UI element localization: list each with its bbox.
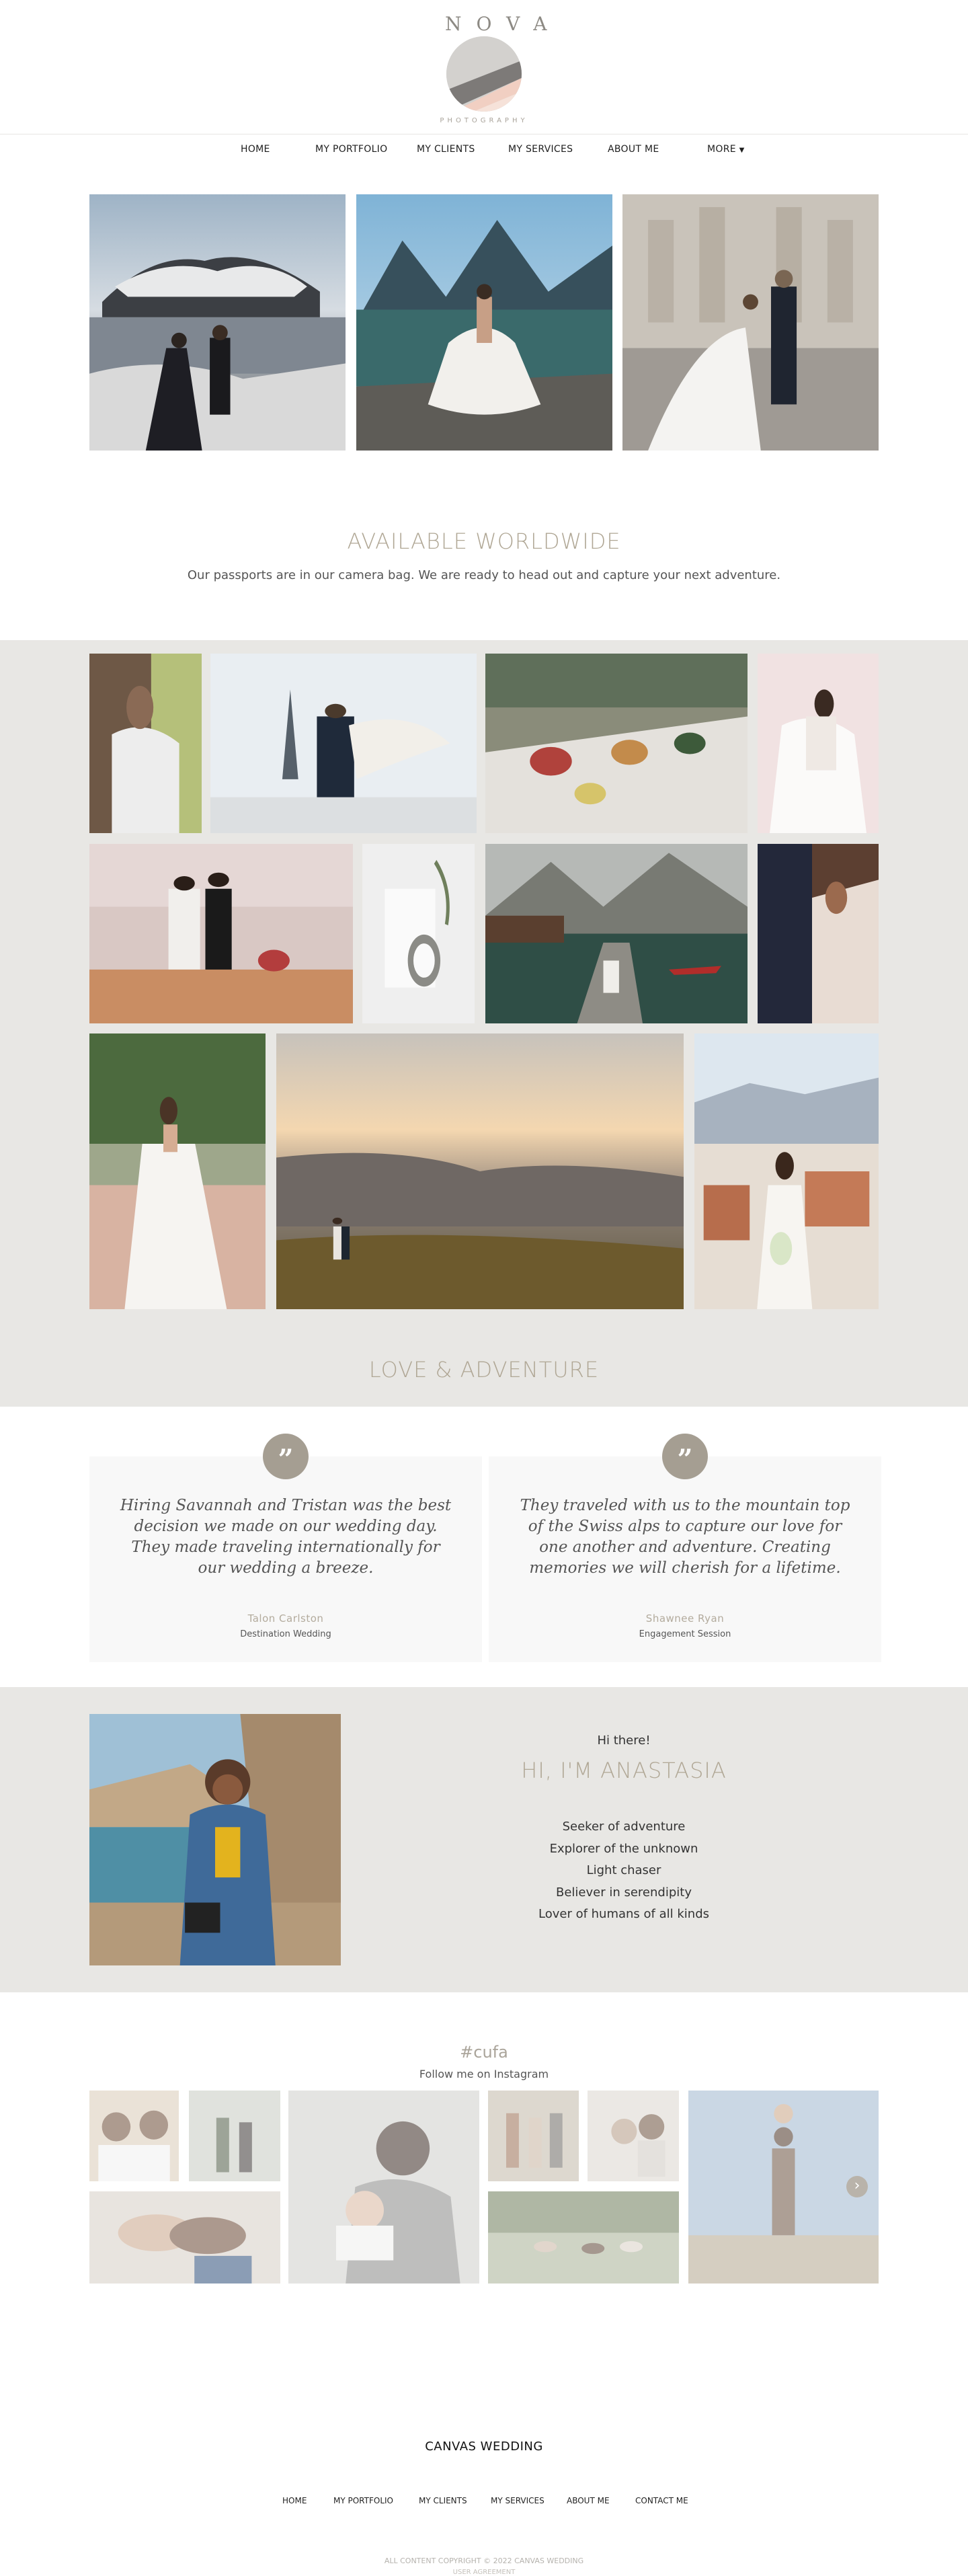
instagram-photo[interactable] xyxy=(288,2091,479,2284)
instagram-photo[interactable] xyxy=(588,2091,679,2181)
testimonial-author: Shawnee Ryan xyxy=(645,1612,725,1625)
quote-icon: ” xyxy=(662,1434,708,1479)
gallery-photo-sunset-overlook[interactable] xyxy=(276,1033,684,1309)
site-logo[interactable]: NOVA PHOTOGRAPHY xyxy=(430,12,562,126)
nav-home[interactable]: HOME xyxy=(241,144,270,155)
about-trait: Lover of humans of all kinds xyxy=(538,1907,709,1921)
testimonial-card: ” Hiring Savannah and Tristan was the be… xyxy=(89,1434,482,1662)
nav-my-portfolio[interactable]: MY PORTFOLIO xyxy=(315,144,387,155)
about-greeting: Hi there! xyxy=(597,1733,651,1748)
gallery-photo-couple-close[interactable] xyxy=(758,844,879,1023)
footer-user-agreement-link[interactable]: USER AGREEMENT xyxy=(0,2569,968,2576)
testimonial-session-type: Destination Wedding xyxy=(240,1629,331,1639)
site-header: NOVA PHOTOGRAPHY xyxy=(0,0,968,134)
footer-nav-my-services[interactable]: MY SERVICES xyxy=(491,2496,544,2505)
footer-nav-my-portfolio[interactable]: MY PORTFOLIO xyxy=(333,2496,393,2505)
about-portrait-photo xyxy=(89,1714,341,1965)
testimonial-card: ” They traveled with us to the mountain … xyxy=(489,1434,881,1662)
hero-photo-cathedral-couple xyxy=(622,194,879,451)
gallery-photo-rings-flatlay[interactable] xyxy=(362,844,475,1023)
chevron-right-icon[interactable]: › xyxy=(846,2176,868,2197)
nav-more[interactable]: MORE ▼ xyxy=(707,144,745,155)
instagram-follow-label[interactable]: Follow me on Instagram xyxy=(0,2068,968,2080)
about-heading: HI, I'M ANASTASIA xyxy=(521,1758,727,1783)
nav-my-clients[interactable]: MY CLIENTS xyxy=(417,144,475,155)
nav-my-services[interactable]: MY SERVICES xyxy=(508,144,573,155)
instagram-photo[interactable] xyxy=(488,2191,679,2284)
gallery-title: LOVE & ADVENTURE xyxy=(368,1357,600,1382)
gallery-photo-couple-embrace[interactable] xyxy=(758,654,879,833)
gallery-photo-veil-closeup[interactable] xyxy=(89,654,202,833)
instagram-photo[interactable] xyxy=(89,2191,280,2284)
instagram-photo[interactable] xyxy=(189,2091,280,2181)
hero-photo-snowy-lake-couple xyxy=(89,194,346,451)
gallery-photo-table-setting[interactable] xyxy=(485,654,748,833)
worldwide-subtitle: Our passports are in our camera bag. We … xyxy=(187,568,781,582)
gallery-photo-bride-terrace[interactable] xyxy=(89,1033,266,1309)
instagram-photo[interactable] xyxy=(488,2091,579,2181)
testimonial-author: Talon Carlston xyxy=(247,1612,324,1625)
chevron-down-icon: ▼ xyxy=(739,147,745,154)
nav-about-me[interactable]: ABOUT ME xyxy=(608,144,659,155)
logo-wordmark: NOVA xyxy=(445,13,562,35)
quote-icon: ” xyxy=(263,1434,309,1479)
logo-emblem xyxy=(446,36,522,112)
about-trait: Explorer of the unknown xyxy=(549,1842,698,1856)
testimonial-quote: Hiring Savannah and Tristan was the best… xyxy=(120,1497,452,1577)
gallery-photo-eiffel-couple[interactable] xyxy=(210,654,477,833)
about-trait: Light chaser xyxy=(586,1863,661,1877)
instagram-photo[interactable] xyxy=(89,2091,179,2181)
footer-nav-home[interactable]: HOME xyxy=(282,2496,307,2505)
about-trait: Seeker of adventure xyxy=(562,1820,686,1834)
instagram-hashtag[interactable]: #cufa xyxy=(0,2043,968,2062)
main-nav: HOME MY PORTFOLIO MY CLIENTS MY SERVICES… xyxy=(0,134,968,167)
worldwide-title: AVAILABLE WORLDWIDE xyxy=(347,529,621,554)
footer-nav-my-clients[interactable]: MY CLIENTS xyxy=(419,2496,467,2505)
footer-copyright: ALL CONTENT COPYRIGHT © 2022 CANVAS WEDD… xyxy=(384,2557,584,2565)
testimonial-session-type: Engagement Session xyxy=(639,1629,731,1639)
gallery-photo-lake-boats[interactable] xyxy=(485,844,748,1023)
hero-photo-mountain-lake-bride xyxy=(356,194,612,451)
logo-subtitle: PHOTOGRAPHY xyxy=(440,117,528,124)
nav-more-label: MORE xyxy=(707,144,736,155)
testimonial-quote: They traveled with us to the mountain to… xyxy=(520,1497,850,1577)
footer-nav-contact-me[interactable]: CONTACT ME xyxy=(635,2496,688,2505)
about-trait: Believer in serendipity xyxy=(556,1885,692,1900)
gallery-photo-bride-rooftops[interactable] xyxy=(694,1033,879,1309)
gallery-photo-balcony-couple[interactable] xyxy=(89,844,353,1023)
footer-nav-about-me[interactable]: ABOUT ME xyxy=(567,2496,610,2505)
footer-brand[interactable]: CANVAS WEDDING xyxy=(0,2440,968,2454)
